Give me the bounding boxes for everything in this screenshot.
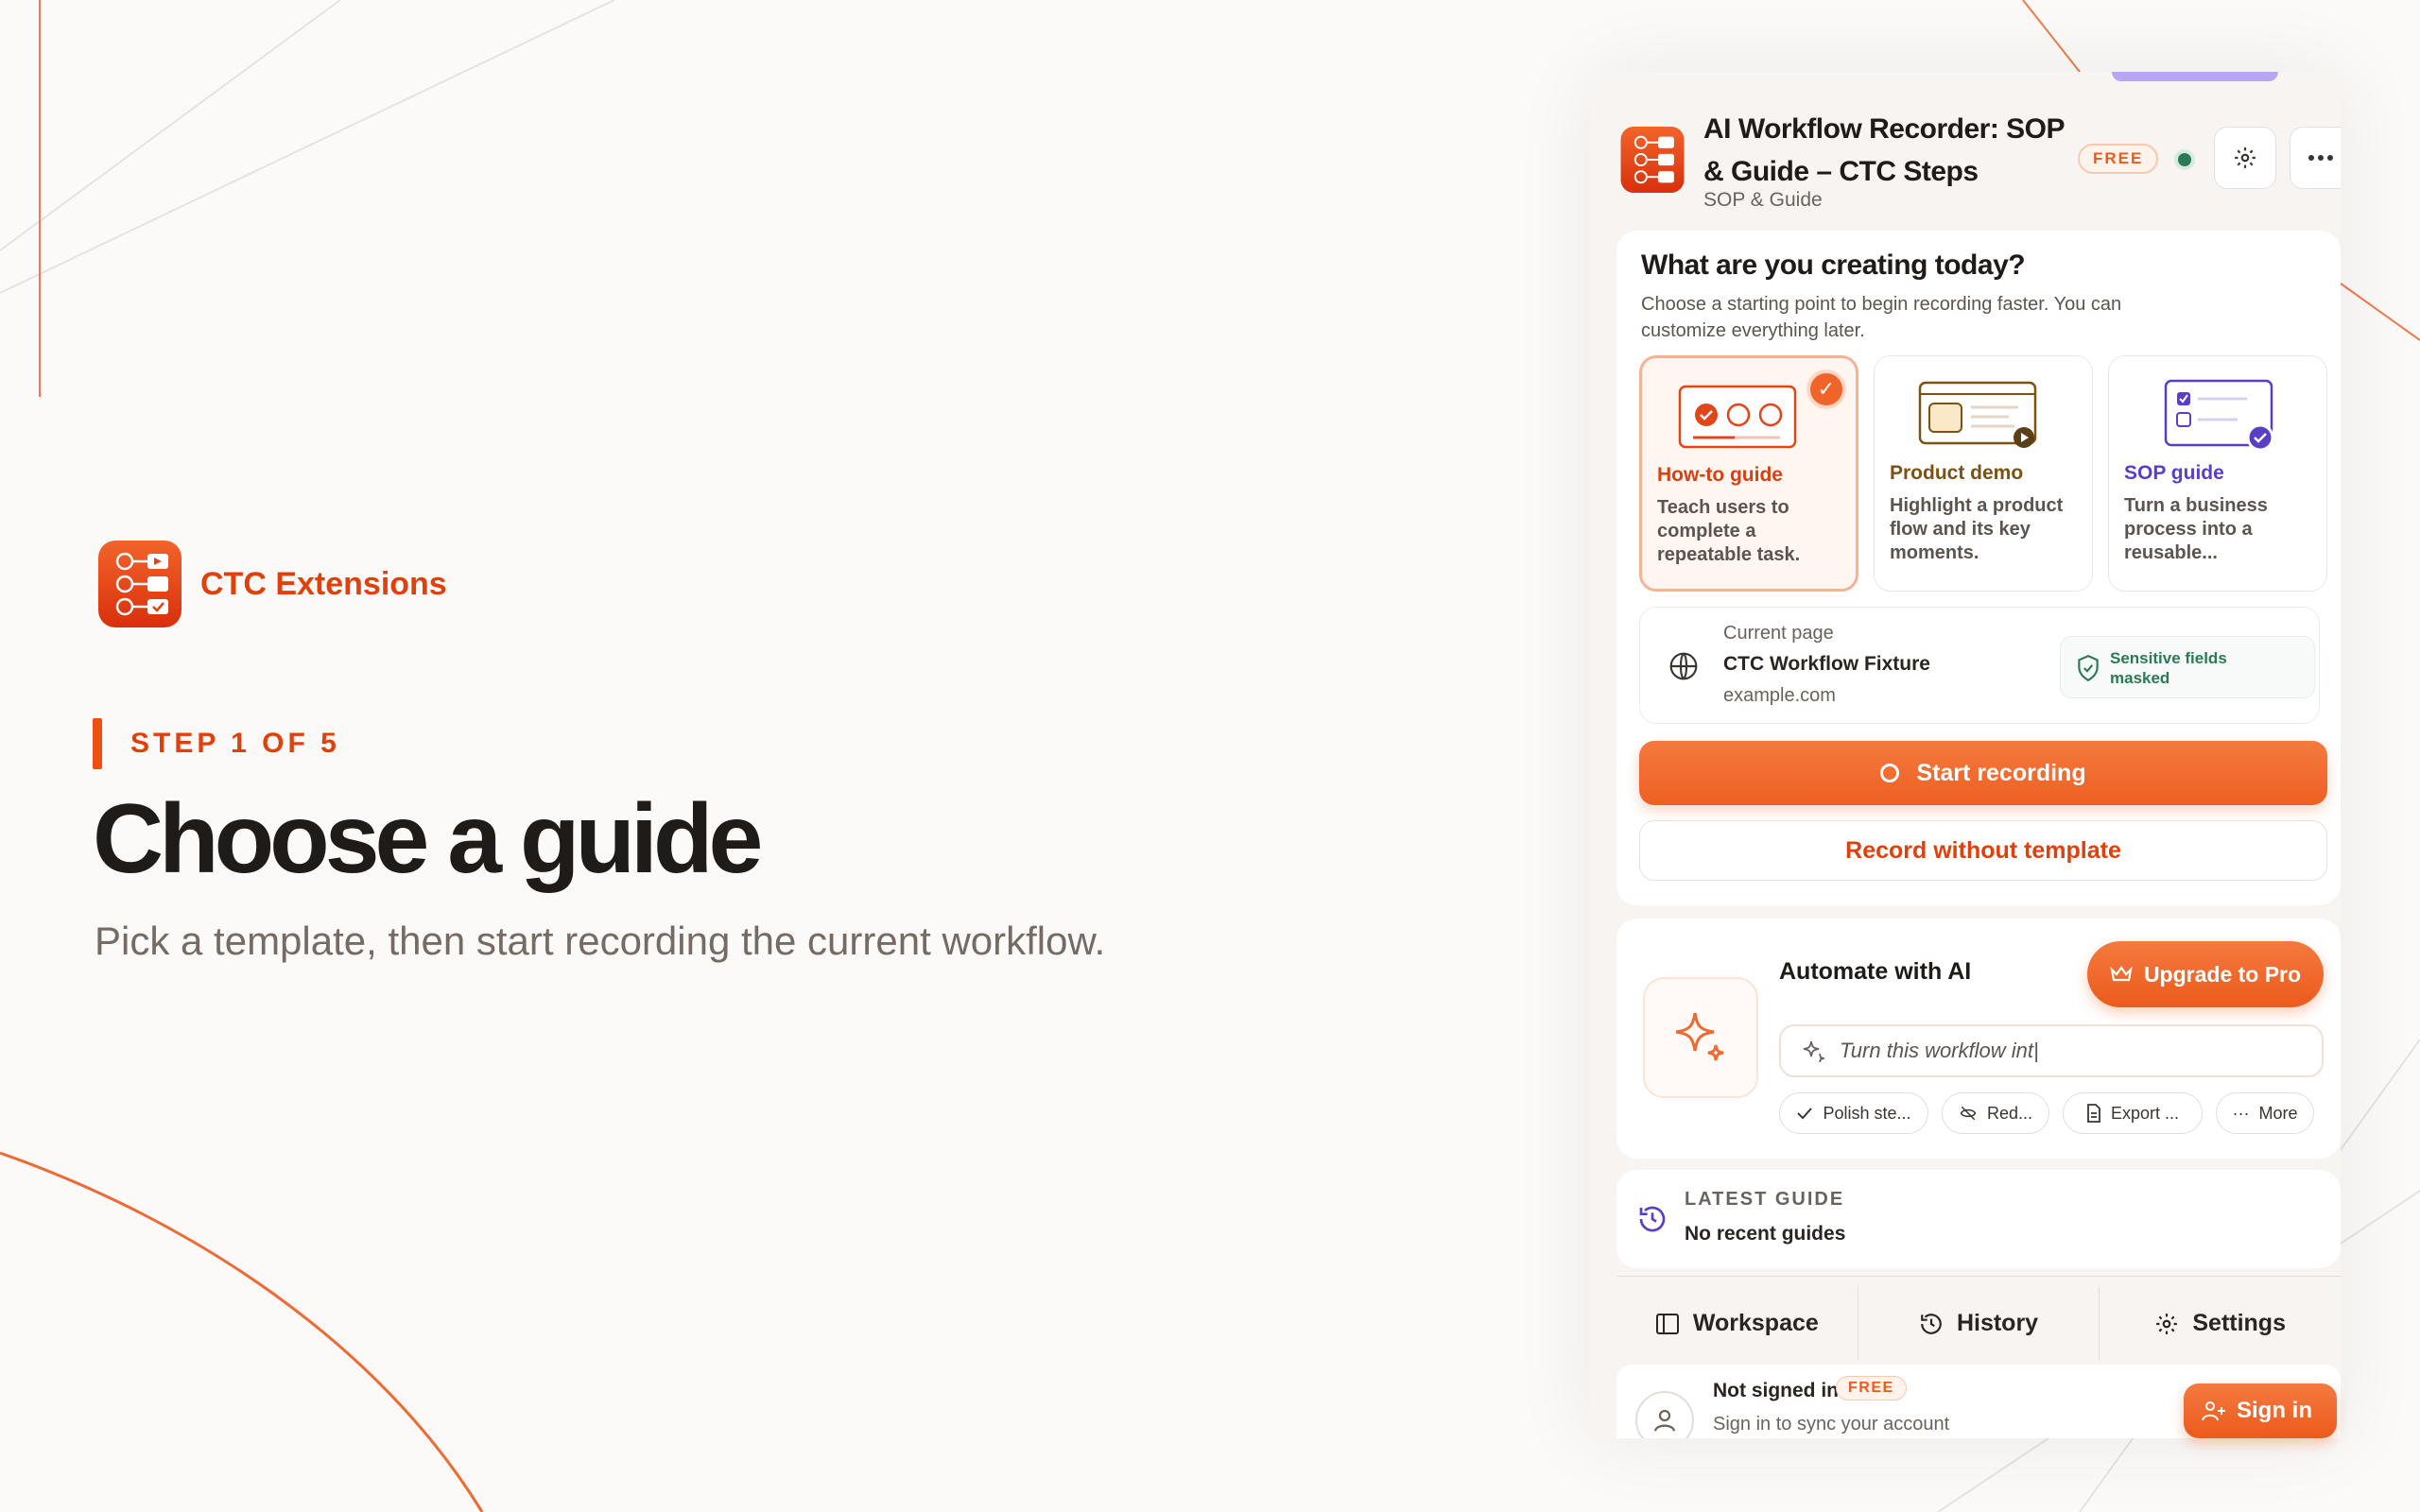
- how-to-steps-icon: [1678, 385, 1797, 449]
- more-button[interactable]: [2290, 127, 2341, 189]
- app-subtitle: SOP & Guide: [1703, 189, 1823, 211]
- template-name: Product demo: [1890, 462, 2024, 484]
- user-icon: [1653, 1409, 1676, 1432]
- user-plus-icon: [2202, 1401, 2225, 1421]
- product-demo-icon: [1918, 381, 2037, 448]
- shield-check-icon: [2078, 654, 2099, 682]
- template-how-to-guide[interactable]: ✓ How-to guide Teach users to complete a…: [1639, 355, 1858, 592]
- tab-label: Settings: [2192, 1310, 2286, 1336]
- start-recording-label: Start recording: [1916, 759, 2086, 786]
- chip-label: Export ...: [2110, 1103, 2180, 1123]
- sparkle-small-icon: [1803, 1040, 1824, 1062]
- step-label: STEP 1 OF 5: [130, 728, 340, 759]
- template-description: Turn a business process into a reusable.…: [2124, 495, 2268, 563]
- extension-popup: AI Workflow Recorder: SOP & Guide – CTC …: [1590, 72, 2341, 1438]
- account-plan-badge: FREE: [1836, 1376, 1907, 1400]
- chip-more[interactable]: ··· More: [2216, 1092, 2314, 1134]
- account-subtitle: Sign in to sync your account: [1713, 1414, 1950, 1435]
- record-without-template-button[interactable]: Record without template: [1639, 820, 2327, 881]
- create-description: Choose a starting point to begin recordi…: [1641, 294, 2122, 341]
- ctc-logo-icon: [98, 541, 182, 627]
- hero-title: Choose a guide: [93, 784, 763, 894]
- current-page-row: Current page CTC Workflow Fixture exampl…: [1639, 607, 2320, 724]
- template-product-demo[interactable]: Product demo Highlight a product flow an…: [1874, 355, 2093, 592]
- chip-label: More: [2258, 1103, 2298, 1123]
- tab-settings[interactable]: Settings: [2100, 1286, 2341, 1361]
- privacy-text: Sensitive fields masked: [2110, 649, 2227, 687]
- chip-redact[interactable]: Red...: [1942, 1092, 2049, 1134]
- ai-prompt-field[interactable]: [1779, 1024, 2324, 1077]
- ellipsis-icon: ···: [2232, 1103, 2250, 1123]
- more-horizontal-icon: [2308, 155, 2333, 161]
- avatar: [1635, 1391, 1694, 1438]
- sign-in-label: Sign in: [2237, 1398, 2312, 1423]
- upgrade-label: Upgrade to Pro: [2143, 961, 2302, 987]
- history-icon: [1921, 1313, 1942, 1334]
- template-description: Highlight a product flow and its key mom…: [1890, 495, 2064, 563]
- sparkle-icon: [1675, 1012, 1724, 1061]
- template-name: SOP guide: [2124, 462, 2224, 484]
- brand: CTC Extensions: [98, 541, 447, 627]
- status-indicator: [2174, 149, 2195, 170]
- step-accent-bar: [93, 718, 102, 769]
- bottom-nav: Workspace History Settings: [1616, 1276, 2341, 1370]
- plan-badge: FREE: [2078, 144, 2159, 174]
- account-status: Not signed in: [1713, 1380, 1839, 1401]
- gear-icon: [2156, 1313, 2178, 1334]
- tab-label: Workspace: [1692, 1310, 1819, 1336]
- eye-off-icon: [1960, 1106, 1977, 1121]
- selected-check-icon: ✓: [1806, 369, 1846, 409]
- create-card: What are you creating today? Choose a st…: [1616, 231, 2341, 905]
- app-title: AI Workflow Recorder: SOP & Guide – CTC …: [1703, 113, 2065, 187]
- record-icon: [1880, 764, 1900, 782]
- create-title: What are you creating today?: [1641, 249, 2026, 281]
- template-name: How-to guide: [1657, 464, 1783, 486]
- history-icon: [1639, 1206, 1666, 1232]
- sidebar-panel-icon: [1655, 1313, 1679, 1334]
- sign-in-button[interactable]: Sign in: [2184, 1383, 2337, 1438]
- current-page-domain: example.com: [1723, 685, 1836, 706]
- app-logo-icon: [1620, 127, 1685, 193]
- latest-guide-card[interactable]: LATEST GUIDE No recent guides: [1616, 1170, 2341, 1268]
- ai-title: Automate with AI: [1779, 958, 1972, 985]
- ai-automation-card: Automate with AI Upgrade to Pro Polish s…: [1616, 919, 2341, 1159]
- latest-guide-label: LATEST GUIDE: [1685, 1189, 1845, 1210]
- document-icon: [2087, 1104, 2100, 1123]
- start-recording-button[interactable]: Start recording: [1639, 741, 2327, 805]
- template-description: Teach users to complete a repeatable tas…: [1657, 497, 1801, 565]
- step-indicator: STEP 1 OF 5: [93, 718, 340, 769]
- template-sop-guide[interactable]: SOP guide Turn a business process into a…: [2108, 355, 2327, 592]
- latest-guide-value: No recent guides: [1685, 1223, 1846, 1245]
- chip-export[interactable]: Export ...: [2063, 1092, 2203, 1134]
- ai-sparkle-badge: [1643, 977, 1758, 1098]
- hero-subtitle: Pick a template, then start recording th…: [95, 919, 1106, 963]
- current-page-label: Current page: [1723, 623, 1834, 644]
- upgrade-to-pro-button[interactable]: Upgrade to Pro: [2087, 941, 2324, 1007]
- chip-polish-steps[interactable]: Polish ste...: [1779, 1092, 1928, 1134]
- check-icon: [1797, 1108, 1813, 1120]
- globe-icon: [1669, 652, 1698, 680]
- tab-workspace[interactable]: Workspace: [1616, 1286, 1858, 1361]
- privacy-badge: Sensitive fields masked: [2060, 636, 2315, 698]
- settings-button[interactable]: [2214, 127, 2276, 189]
- record-without-template-label: Record without template: [1845, 836, 2121, 864]
- chip-label: Polish ste...: [1823, 1103, 1911, 1123]
- current-page-name: CTC Workflow Fixture: [1723, 653, 1930, 675]
- tab-label: History: [1956, 1310, 2039, 1336]
- tab-history[interactable]: History: [1858, 1286, 2100, 1361]
- crown-icon: [2110, 966, 2133, 982]
- ai-prompt-input[interactable]: [1840, 1039, 2284, 1063]
- chip-label: Red...: [1986, 1103, 2033, 1123]
- brand-name: CTC Extensions: [200, 565, 447, 602]
- popup-header: AI Workflow Recorder: SOP & Guide – CTC …: [1590, 72, 2341, 232]
- sop-checklist-icon: [2164, 379, 2274, 452]
- gear-icon: [2235, 147, 2256, 168]
